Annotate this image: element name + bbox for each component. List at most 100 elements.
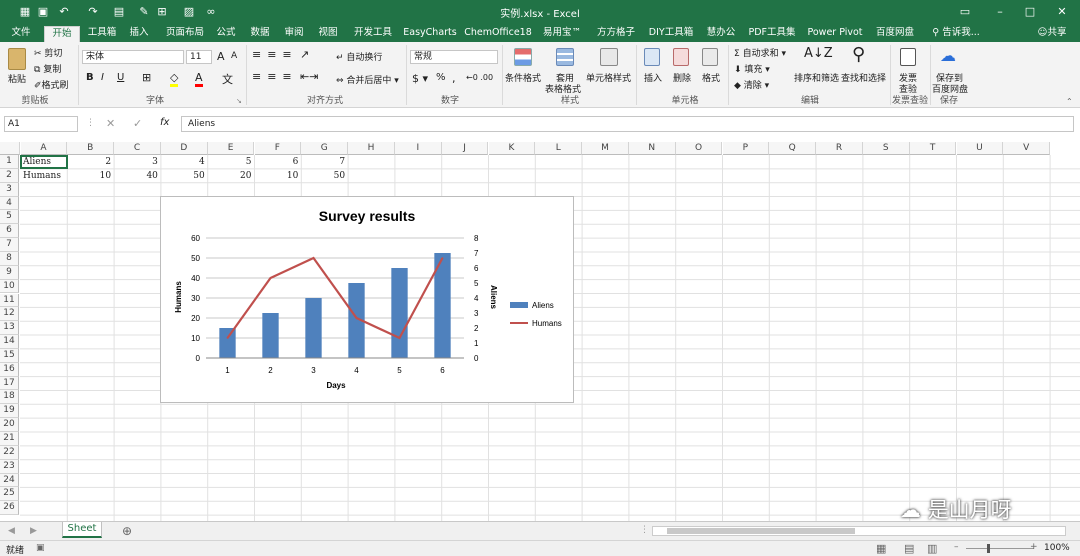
clear-button[interactable]: ◆ 清除 ▾ xyxy=(734,78,769,91)
vertical-align-icons[interactable]: ≡≡≡ xyxy=(252,48,298,61)
italic-button[interactable]: I xyxy=(101,72,104,83)
cell-f1[interactable]: 6 xyxy=(255,156,302,169)
cell-e1[interactable]: 5 xyxy=(208,156,255,169)
wrap-text-button[interactable]: ↵ 自动换行 xyxy=(336,50,382,63)
cell-a2[interactable]: Humans xyxy=(20,170,64,183)
paste-icon[interactable] xyxy=(8,48,26,70)
close-button[interactable]: ✕ xyxy=(1052,3,1072,21)
minimize-button[interactable]: – xyxy=(990,3,1010,21)
cell-c1[interactable]: 3 xyxy=(114,156,161,169)
tab-power-pivot[interactable]: Power Pivot xyxy=(804,26,866,42)
tab-developer[interactable]: 开发工具 xyxy=(348,26,398,42)
collapse-ribbon-icon[interactable]: ⌃ xyxy=(1066,97,1073,106)
zoom-in-button[interactable]: + xyxy=(1030,542,1038,552)
options-icon[interactable]: ⋮ xyxy=(86,118,95,128)
comma-icon[interactable]: , xyxy=(452,72,456,85)
tab-diy-toolbox[interactable]: DIY工具箱 xyxy=(646,26,696,42)
font-size-select[interactable]: 11 xyxy=(186,50,212,64)
shrink-font-button[interactable]: A xyxy=(231,51,237,61)
decimal-icons[interactable]: ←0 .00 xyxy=(466,73,493,82)
underline-button[interactable]: U xyxy=(117,72,124,83)
tab-data[interactable]: 数据 xyxy=(246,26,274,42)
tab-insert[interactable]: 插入 xyxy=(124,26,154,42)
find-icon[interactable]: ⚲ xyxy=(852,44,865,65)
tab-chemoffice[interactable]: ChemOffice18 xyxy=(462,26,534,42)
invoice-icon[interactable] xyxy=(900,48,916,66)
font-name-select[interactable]: 宋体 xyxy=(82,50,184,64)
dialog-launcher-icon[interactable]: ↘ xyxy=(236,97,242,105)
zoom-level[interactable]: 100% xyxy=(1044,543,1070,553)
sort-filter-button[interactable]: 排序和筛选 xyxy=(794,71,839,84)
fill-button[interactable]: ⬇ 填充 ▾ xyxy=(734,62,770,75)
tab-easycharts[interactable]: EasyCharts xyxy=(402,26,458,42)
add-sheet-icon[interactable]: ⊕ xyxy=(122,524,132,538)
chart-area[interactable]: Survey results Humans Aliens Days 0 10 20 3… xyxy=(160,196,574,403)
delete-cells-button[interactable]: 删除 xyxy=(673,71,691,84)
maximize-button[interactable]: □ xyxy=(1020,3,1040,21)
cell-f2[interactable]: 10 xyxy=(255,170,302,183)
tab-huibangong[interactable]: 慧办公 xyxy=(702,26,740,42)
tab-file[interactable]: 文件 xyxy=(6,26,36,42)
tab-split-icon[interactable]: ⋮ xyxy=(640,525,649,535)
scroll-thumb[interactable] xyxy=(667,528,855,534)
bold-button[interactable]: B xyxy=(86,72,94,83)
format-cells-icon[interactable] xyxy=(702,48,718,66)
delete-cells-icon[interactable] xyxy=(673,48,689,66)
bar-aliens[interactable] xyxy=(391,268,408,358)
tab-pdf-tools[interactable]: PDF工具集 xyxy=(746,26,798,42)
enter-icon[interactable]: ✓ xyxy=(133,117,142,130)
cell-c2[interactable]: 40 xyxy=(114,170,161,183)
page-layout-view-icon[interactable]: ▤ xyxy=(904,542,914,555)
cell-d2[interactable]: 50 xyxy=(161,170,208,183)
normal-view-icon[interactable]: ▦ xyxy=(876,542,886,555)
fill-color-icon[interactable]: ◇ xyxy=(170,71,179,87)
paste-button[interactable]: 粘贴 xyxy=(8,72,26,85)
cell-d1[interactable]: 4 xyxy=(161,156,208,169)
phonetic-icon[interactable]: 文 xyxy=(222,71,233,87)
tab-toolbox[interactable]: 工具箱 xyxy=(84,26,120,42)
sheet-tab-sheet[interactable]: Sheet xyxy=(62,522,102,538)
tab-baidu-pan[interactable]: 百度网盘 xyxy=(872,26,918,42)
bar-aliens[interactable] xyxy=(305,298,322,358)
cell-style-icon[interactable] xyxy=(600,48,618,66)
next-sheet-icon[interactable]: ▶ xyxy=(30,526,37,536)
format-cells-button[interactable]: 格式 xyxy=(702,71,720,84)
tell-me[interactable]: ⚲ 告诉我... xyxy=(928,26,984,42)
cell-b1[interactable]: 2 xyxy=(67,156,114,169)
border-icon[interactable]: ⊞ xyxy=(142,71,151,84)
currency-icon[interactable]: $ ▾ xyxy=(412,72,428,85)
share-button[interactable]: ☺共享 xyxy=(1032,26,1072,42)
tab-home[interactable]: 开始 xyxy=(44,26,80,42)
cancel-icon[interactable]: ✕ xyxy=(106,117,115,130)
name-box[interactable]: A1 xyxy=(4,116,78,132)
table-format-icon[interactable] xyxy=(556,48,574,66)
orientation-icon[interactable]: ↗ xyxy=(300,48,309,61)
sort-filter-icon[interactable]: A↓Z xyxy=(804,46,833,61)
zoom-slider-thumb[interactable] xyxy=(987,544,990,553)
conditional-format-button[interactable]: 条件格式 xyxy=(505,71,541,84)
cell-e2[interactable]: 20 xyxy=(208,170,255,183)
autosum-button[interactable]: Σ 自动求和 ▾ xyxy=(734,46,786,59)
fx-button[interactable]: fx xyxy=(160,117,169,128)
tab-fangfang[interactable]: 方方格子 xyxy=(592,26,640,42)
cell-style-button[interactable]: 单元格样式 xyxy=(586,71,631,84)
zoom-out-button[interactable]: – xyxy=(954,542,959,552)
bar-aliens[interactable] xyxy=(262,313,279,358)
zoom-slider[interactable] xyxy=(966,548,1034,549)
page-break-view-icon[interactable]: ▥ xyxy=(927,542,937,555)
cloud-icon[interactable]: ☁ xyxy=(940,46,956,65)
percent-button[interactable]: % xyxy=(436,72,446,83)
copy-button[interactable]: ⧉ 复制 xyxy=(34,62,61,75)
bar-aliens[interactable] xyxy=(219,328,236,358)
cell-a1[interactable]: Aliens xyxy=(20,156,54,169)
tab-page-layout[interactable]: 页面布局 xyxy=(160,26,210,42)
grow-font-button[interactable]: A xyxy=(217,50,225,63)
tab-view[interactable]: 视图 xyxy=(314,26,342,42)
insert-cells-button[interactable]: 插入 xyxy=(644,71,662,84)
format-painter-button[interactable]: ✐格式刷 xyxy=(34,78,69,91)
merge-center-button[interactable]: ⇔ 合并后居中 ▾ xyxy=(336,73,399,86)
tab-review[interactable]: 审阅 xyxy=(280,26,308,42)
ribbon-options-icon[interactable]: ▭ xyxy=(955,3,975,21)
cell-b2[interactable]: 10 xyxy=(67,170,114,183)
conditional-format-icon[interactable] xyxy=(514,48,532,66)
